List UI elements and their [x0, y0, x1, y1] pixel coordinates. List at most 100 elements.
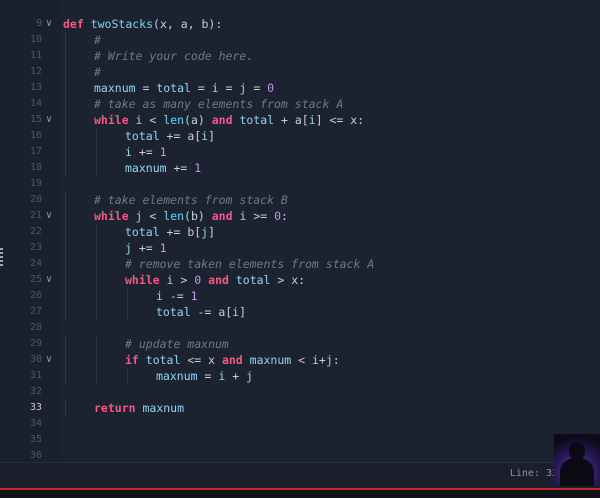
- code-line[interactable]: 11 # Write your code here.: [0, 48, 600, 64]
- fold-chevron-icon[interactable]: ∨: [46, 208, 56, 224]
- code-line[interactable]: 29 # update maxnum: [0, 336, 600, 352]
- line-number: 19: [29, 178, 42, 189]
- indent-guide: [65, 352, 66, 368]
- token-id: i: [308, 113, 316, 127]
- token-num: 1: [190, 289, 198, 303]
- token-kw: and: [221, 353, 250, 367]
- avatar-head: [569, 442, 585, 460]
- line-number: 32: [29, 386, 42, 397]
- line-number: 27: [29, 306, 42, 317]
- token-num: 0: [274, 209, 282, 223]
- code-line[interactable]: 13 maxnum = total = i = j = 0: [0, 80, 600, 96]
- code-line[interactable]: 16 total += a[i]: [0, 128, 600, 144]
- code-line[interactable]: 33 return maxnum: [0, 400, 600, 416]
- code-line[interactable]: 12 #: [0, 64, 600, 80]
- code-editor[interactable]: 9 ∨ def twoStacks(x, a, b): 10 #11 # Write yo…: [0, 0, 600, 462]
- code-line[interactable]: 36: [0, 448, 600, 462]
- indent-guide: [96, 144, 97, 160]
- line-number: 16: [29, 130, 42, 141]
- token-op: =: [190, 81, 212, 95]
- code-text: maxnum = total = i = j = 0: [94, 80, 274, 96]
- code-text: # update maxnum: [125, 336, 229, 352]
- code-line[interactable]: 23 j += 1: [0, 240, 600, 256]
- code-line[interactable]: 9 ∨ def twoStacks(x, a, b):: [0, 16, 600, 32]
- code-text: # Write your code here.: [94, 48, 253, 64]
- code-text: # take elements from stack B: [94, 192, 288, 208]
- code-line[interactable]: 18 maxnum += 1: [0, 160, 600, 176]
- token-op: +: [225, 369, 247, 383]
- line-number: 26: [29, 290, 42, 301]
- indent-guide: [96, 352, 97, 368]
- resize-handle[interactable]: [0, 248, 3, 268]
- token-id: total: [125, 225, 160, 239]
- indent-guide: [96, 336, 97, 352]
- code-text: maxnum = i + j: [156, 368, 253, 384]
- status-bar: Line: 33: [0, 462, 600, 489]
- indent-guide: [96, 256, 97, 272]
- code-line[interactable]: 25 ∨ while i > 0 and total > x:: [0, 272, 600, 288]
- code-text: i -= 1: [156, 288, 198, 304]
- token-id: maxnum: [142, 401, 185, 415]
- line-number: 20: [29, 194, 42, 205]
- token-op: >: [173, 273, 195, 287]
- code-line[interactable]: 14 # take as many elements from stack A: [0, 96, 600, 112]
- code-text: while j < len(b) and i >= 0:: [94, 208, 288, 224]
- line-number: 9: [35, 18, 42, 29]
- code-text: # take as many elements from stack A: [94, 96, 343, 112]
- code-line[interactable]: 15 ∨ while i < len(a) and total + a[i] <= …: [0, 112, 600, 128]
- token-op: -=: [162, 289, 191, 303]
- fold-chevron-icon[interactable]: ∨: [46, 352, 56, 368]
- code-text: while i < len(a) and total + a[i] <= x:: [94, 112, 364, 128]
- code-line[interactable]: 34: [0, 416, 600, 432]
- indent-guide: [96, 128, 97, 144]
- code-line[interactable]: 19: [0, 176, 600, 192]
- token-kw: if: [125, 353, 146, 367]
- token-cm: # take elements from stack B: [94, 193, 288, 207]
- code-line[interactable]: 10 #: [0, 32, 600, 48]
- code-line[interactable]: 22 total += b[j]: [0, 224, 600, 240]
- code-line[interactable]: 24 # remove taken elements from stack A: [0, 256, 600, 272]
- code-line[interactable]: 28: [0, 320, 600, 336]
- line-number: 29: [29, 338, 42, 349]
- code-line[interactable]: 27 total -= a[i]: [0, 304, 600, 320]
- token-bi: len: [163, 209, 185, 223]
- token-id: i: [311, 353, 319, 367]
- code-line[interactable]: 31 maxnum = i + j: [0, 368, 600, 384]
- token-id: total: [156, 305, 191, 319]
- token-cm: # update maxnum: [125, 337, 229, 351]
- token-id: j: [125, 241, 132, 255]
- code-text: # remove taken elements from stack A: [125, 256, 374, 272]
- indent-guide: [65, 112, 66, 128]
- token-kw: def: [63, 17, 91, 31]
- code-line[interactable]: 17 i += 1: [0, 144, 600, 160]
- token-op: +: [318, 353, 326, 367]
- token-kw: return: [94, 401, 143, 415]
- indent-guide: [65, 240, 66, 256]
- code-line[interactable]: 35: [0, 432, 600, 448]
- token-cm: #: [94, 33, 101, 47]
- token-cm: # remove taken elements from stack A: [125, 257, 375, 271]
- fold-chevron-icon[interactable]: ∨: [46, 272, 56, 288]
- line-number: 13: [29, 82, 42, 93]
- fold-chevron-icon[interactable]: ∨: [46, 112, 56, 128]
- line-number: 36: [29, 450, 42, 461]
- token-id: i: [211, 81, 219, 95]
- code-line[interactable]: 32: [0, 384, 600, 400]
- code-line[interactable]: 26 i -= 1: [0, 288, 600, 304]
- token-op: += a[: [159, 129, 202, 143]
- code-line[interactable]: 30 ∨ if total <= x and maxnum < i+j:: [0, 352, 600, 368]
- token-op: =: [135, 81, 157, 95]
- code-line[interactable]: 21 ∨ while j < len(b) and i >= 0:: [0, 208, 600, 224]
- token-num: 1: [194, 161, 202, 175]
- token-cm: # Write your code here.: [94, 49, 254, 63]
- code-line[interactable]: 20 # take elements from stack B: [0, 192, 600, 208]
- indent-guide: [127, 304, 128, 320]
- token-id: total: [235, 273, 271, 287]
- line-number: 15: [29, 114, 42, 125]
- line-number: 25: [29, 274, 42, 285]
- fold-chevron-icon[interactable]: ∨: [46, 16, 56, 32]
- token-op: +=: [131, 145, 160, 159]
- token-kw: and: [211, 113, 240, 127]
- indent-guide: [65, 288, 66, 304]
- token-op: -= a[: [190, 305, 233, 319]
